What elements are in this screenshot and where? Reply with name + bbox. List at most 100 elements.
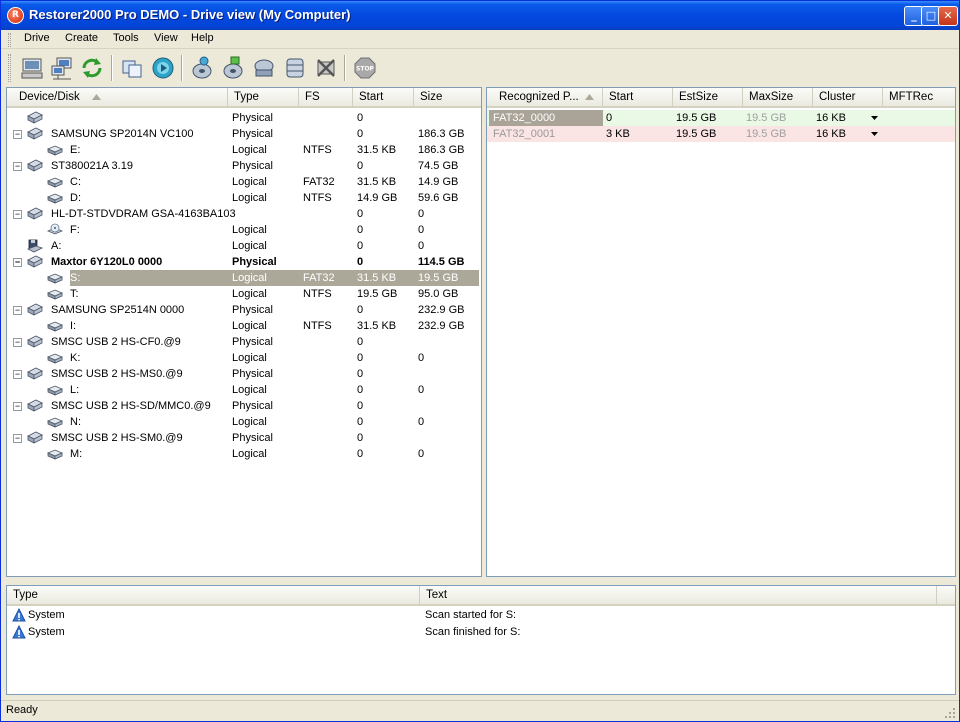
- hdd-icon: [27, 127, 43, 141]
- menu-bar: Drive Create Tools View Help: [1, 30, 959, 49]
- collapse-toggle-icon[interactable]: −: [13, 258, 22, 267]
- column-header-fs[interactable]: FS: [299, 88, 353, 108]
- column-header-estsize[interactable]: EstSize: [673, 88, 743, 108]
- cluster-dropdown-icon[interactable]: [870, 126, 879, 142]
- part-icon: [46, 351, 64, 365]
- cell-type: Physical: [232, 128, 273, 140]
- cell-fs: NTFS: [303, 320, 332, 332]
- tree-row[interactable]: L: Logical 0 0: [7, 382, 481, 398]
- cell-type: Physical: [232, 112, 273, 124]
- column-header-type[interactable]: Type: [228, 88, 299, 108]
- menu-view[interactable]: View: [149, 31, 183, 48]
- recognized-partitions-list[interactable]: Recognized P... Start EstSize MaxSize Cluste…: [486, 87, 956, 577]
- cell-fs: FAT32: [303, 272, 335, 284]
- tree-row[interactable]: − HL-DT-STDVDRAM GSA-4163BA103 0 0: [7, 206, 481, 222]
- collapse-toggle-icon[interactable]: −: [13, 402, 22, 411]
- network-icon[interactable]: [49, 55, 75, 81]
- collapse-toggle-icon[interactable]: −: [13, 130, 22, 139]
- tree-row[interactable]: − Maxtor 6Y120L0 0000 Physical 0 114.5 GB: [7, 254, 481, 270]
- column-header-maxsize[interactable]: MaxSize: [743, 88, 813, 108]
- cell-estsize: 19.5 GB: [676, 112, 717, 124]
- collapse-toggle-icon[interactable]: −: [13, 338, 22, 347]
- close-button[interactable]: ✕: [938, 6, 958, 26]
- title-bar[interactable]: R Restorer2000 Pro DEMO - Drive view (My…: [1, 1, 959, 30]
- tree-row[interactable]: − ST380021A 3.19 Physical 0 74.5 GB: [7, 158, 481, 174]
- cell-maxsize: 19.5 GB: [746, 128, 787, 140]
- menubar-grip[interactable]: [8, 33, 11, 47]
- tree-row[interactable]: E: Logical NTFS 31.5 KB 186.3 GB: [7, 142, 481, 158]
- device-name: SMSC USB 2 HS-MS0.@9: [51, 368, 183, 380]
- tree-row[interactable]: K: Logical 0 0: [7, 350, 481, 366]
- log-row[interactable]: System Scan started for S:: [7, 607, 955, 623]
- column-header-text[interactable]: Text: [420, 586, 937, 606]
- collapse-toggle-icon[interactable]: −: [13, 306, 22, 315]
- column-header-start[interactable]: Start: [353, 88, 414, 108]
- column-header-recognized-partitions[interactable]: Recognized P...: [487, 88, 603, 108]
- copy-icon[interactable]: [119, 55, 145, 81]
- disk-save-icon[interactable]: [220, 55, 246, 81]
- column-header-type[interactable]: Type: [7, 586, 420, 606]
- tree-row[interactable]: − SMSC USB 2 HS-SM0.@9 Physical 0: [7, 430, 481, 446]
- cell-start: 14.9 GB: [357, 192, 398, 204]
- cell-size: 232.9 GB: [418, 304, 465, 316]
- log-row[interactable]: System Scan finished for S:: [7, 624, 955, 640]
- tree-row[interactable]: D: Logical NTFS 14.9 GB 59.6 GB: [7, 190, 481, 206]
- sort-ascending-icon[interactable]: [80, 91, 101, 103]
- cell-size: 95.0 GB: [418, 288, 459, 300]
- device-name: F:: [70, 224, 80, 236]
- tree-row[interactable]: T: Logical NTFS 19.5 GB 95.0 GB: [7, 286, 481, 302]
- scan-icon[interactable]: [150, 55, 176, 81]
- column-header-cluster[interactable]: Cluster: [813, 88, 883, 108]
- cell-start: 0: [357, 112, 364, 124]
- menu-drive[interactable]: Drive: [19, 31, 55, 48]
- collapse-toggle-icon[interactable]: −: [13, 434, 22, 443]
- disk-open-icon[interactable]: [189, 55, 215, 81]
- tree-row[interactable]: − SMSC USB 2 HS-CF0.@9 Physical 0: [7, 334, 481, 350]
- cell-fs: NTFS: [303, 288, 332, 300]
- sort-ascending-icon[interactable]: [579, 91, 594, 103]
- refresh-icon[interactable]: [79, 55, 105, 81]
- window-title: Restorer2000 Pro DEMO - Drive view (My C…: [29, 7, 351, 22]
- disk-net-icon[interactable]: [251, 55, 277, 81]
- tree-row[interactable]: S: Logical FAT32 31.5 KB 19.5 GB: [7, 270, 481, 286]
- collapse-toggle-icon[interactable]: −: [13, 370, 22, 379]
- tree-row[interactable]: I: Logical NTFS 31.5 KB 232.9 GB: [7, 318, 481, 334]
- region-icon[interactable]: [282, 55, 308, 81]
- column-header-label: MaxSize: [749, 91, 794, 103]
- menu-tools[interactable]: Tools: [108, 31, 144, 48]
- device-tree-list[interactable]: Device/Disk Type FS Start Size Physical 0 − SAMS…: [6, 87, 482, 577]
- column-header-start[interactable]: Start: [603, 88, 673, 108]
- cancel-icon[interactable]: [313, 55, 339, 81]
- cell-size: 0: [418, 240, 425, 252]
- tree-row[interactable]: − SAMSUNG SP2014N VC100 Physical 0 186.3 GB: [7, 126, 481, 142]
- tree-row[interactable]: A: Logical 0 0: [7, 238, 481, 254]
- partition-row[interactable]: FAT32_0001 3 KB 19.5 GB 19.5 GB 16 KB: [487, 126, 955, 142]
- hdd-icon: [27, 431, 43, 445]
- log-list[interactable]: Type Text System Scan started for S: System S…: [6, 585, 956, 695]
- menu-help[interactable]: Help: [186, 31, 219, 48]
- resize-grip-icon[interactable]: [945, 708, 955, 718]
- collapse-toggle-icon[interactable]: −: [13, 162, 22, 171]
- tree-row[interactable]: − SMSC USB 2 HS-SD/MMC0.@9 Physical 0: [7, 398, 481, 414]
- cluster-dropdown-icon[interactable]: [870, 110, 879, 126]
- part-icon: [46, 383, 64, 397]
- app-icon[interactable]: R: [7, 7, 24, 24]
- tree-row[interactable]: N: Logical 0 0: [7, 414, 481, 430]
- cell-type: Logical: [232, 272, 267, 284]
- tree-row[interactable]: − SMSC USB 2 HS-MS0.@9 Physical 0: [7, 366, 481, 382]
- column-header-device-disk[interactable]: Device/Disk: [7, 88, 228, 108]
- computer-icon[interactable]: [19, 55, 45, 81]
- stop-icon[interactable]: STOP: [352, 55, 378, 81]
- tree-row[interactable]: Physical 0: [7, 110, 481, 126]
- column-header-mftrec[interactable]: MFTRec: [883, 88, 955, 108]
- column-header-size[interactable]: Size: [414, 88, 481, 108]
- tree-row[interactable]: M: Logical 0 0: [7, 446, 481, 462]
- partition-row[interactable]: FAT32_0000 0 19.5 GB 19.5 GB 16 KB: [487, 110, 955, 126]
- menu-create[interactable]: Create: [60, 31, 103, 48]
- cell-start: 0: [357, 384, 364, 396]
- collapse-toggle-icon[interactable]: −: [13, 210, 22, 219]
- tree-row[interactable]: C: Logical FAT32 31.5 KB 14.9 GB: [7, 174, 481, 190]
- toolbar-grip[interactable]: [8, 54, 11, 82]
- tree-row[interactable]: − SAMSUNG SP2514N 0000 Physical 0 232.9 GB: [7, 302, 481, 318]
- tree-row[interactable]: F: Logical 0 0: [7, 222, 481, 238]
